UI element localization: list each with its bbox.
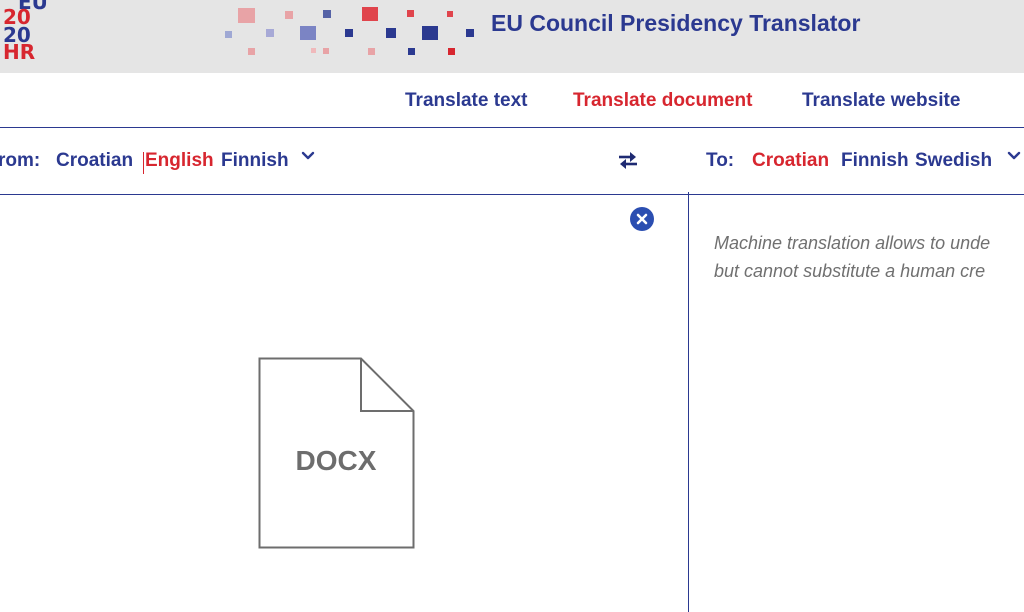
close-icon — [636, 213, 648, 225]
target-lang-finnish[interactable]: Finnish — [841, 150, 909, 172]
text-cursor — [143, 152, 144, 174]
target-lang-swedish[interactable]: Swedish — [915, 150, 992, 172]
disclaimer-line-1: Machine translation allows to unde — [714, 233, 991, 253]
language-bar: rom: Croatian English Finnish To: Croati… — [0, 128, 1024, 195]
target-language-chevron-down-icon[interactable] — [1007, 149, 1021, 163]
main-nav: Translate text Translate document Transl… — [0, 73, 1024, 128]
source-language-label: rom: — [0, 150, 41, 171]
source-language-chevron-down-icon[interactable] — [301, 149, 315, 163]
remove-document-button[interactable] — [630, 207, 654, 231]
document-file-type: DOCX — [295, 445, 377, 476]
source-lang-croatian[interactable]: Croatian — [56, 150, 133, 172]
source-lang-finnish[interactable]: Finnish — [221, 150, 289, 172]
translation-disclaimer: Machine translation allows to unde but c… — [714, 229, 1024, 289]
logo-row-4: HR — [3, 40, 36, 64]
presidency-logo[interactable]: EU 20 20 HR — [0, 0, 64, 62]
app-header: EU 20 20 HR EU Council Presidency Transl… — [0, 0, 1024, 73]
nav-translate-text[interactable]: Translate text — [405, 90, 528, 112]
target-language-label: To: — [706, 150, 735, 171]
disclaimer-line-2: but cannot substitute a human cre — [714, 261, 986, 281]
source-lang-english[interactable]: English — [145, 150, 214, 172]
nav-translate-website[interactable]: Translate website — [802, 90, 960, 112]
target-lang-croatian[interactable]: Croatian — [752, 150, 829, 172]
swap-languages-icon[interactable] — [617, 150, 639, 170]
pane-divider — [688, 192, 689, 612]
nav-translate-document[interactable]: Translate document — [573, 90, 753, 112]
app-title: EU Council Presidency Translator — [491, 10, 861, 36]
